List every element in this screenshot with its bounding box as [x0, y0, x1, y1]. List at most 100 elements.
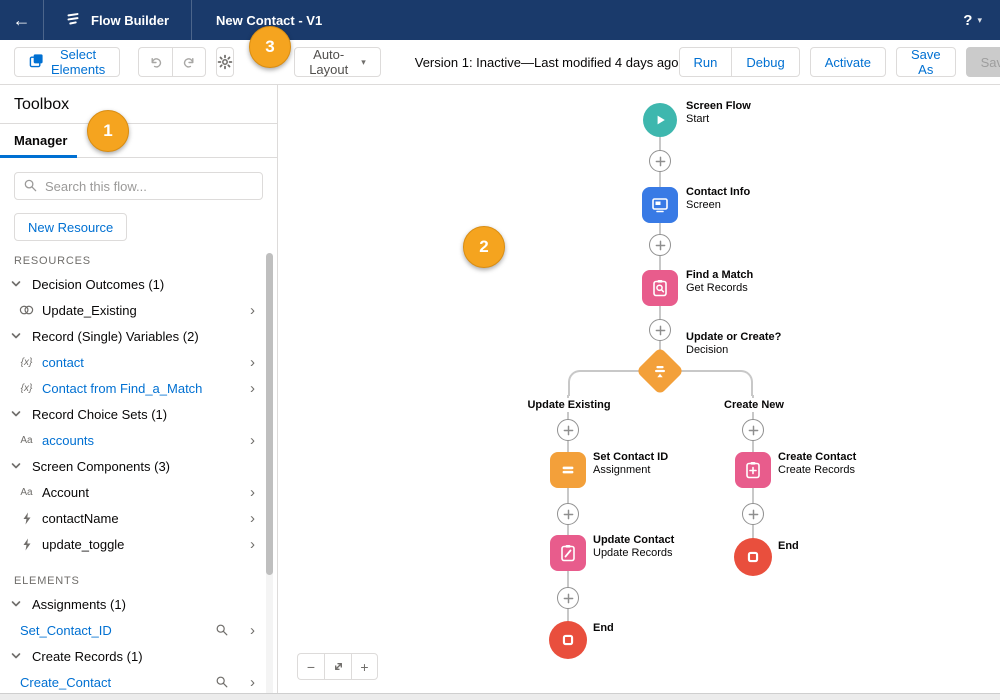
group-record-choice-sets[interactable]: Record Choice Sets (1)	[0, 401, 277, 427]
toolbox-tabs: Manager	[0, 124, 277, 158]
add-element-button[interactable]	[557, 587, 579, 609]
resource-item-update-toggle[interactable]: update_toggle ›	[0, 531, 277, 557]
top-navbar: ← Flow Builder New Contact - V1 ? ▾	[0, 0, 1000, 40]
resource-item-contactname[interactable]: contactName ›	[0, 505, 277, 531]
add-element-button[interactable]	[742, 503, 764, 525]
find-in-canvas-icon[interactable]	[215, 623, 229, 642]
select-elements-button[interactable]: Select Elements	[14, 47, 120, 77]
chevron-right-icon: ›	[250, 511, 255, 526]
element-item-create-contact[interactable]: Create_Contact ›	[0, 669, 277, 693]
zoom-out-button[interactable]: −	[297, 653, 324, 680]
save-button: Save	[966, 47, 1000, 77]
redo-button[interactable]	[172, 47, 206, 77]
back-icon: ←	[13, 10, 31, 31]
get-records-node[interactable]	[642, 270, 678, 306]
update-records-node[interactable]	[550, 535, 586, 571]
group-assignments[interactable]: Assignments (1)	[0, 591, 277, 617]
callout-badge-2: 2	[463, 226, 505, 268]
debug-button[interactable]: Debug	[731, 47, 799, 77]
chevron-right-icon: ›	[250, 433, 255, 448]
add-element-button[interactable]	[649, 234, 671, 256]
get-records-icon	[650, 278, 670, 298]
app-name: Flow Builder	[91, 13, 169, 28]
undo-button[interactable]	[138, 47, 172, 77]
lightning-icon	[18, 538, 35, 551]
add-element-button[interactable]	[742, 419, 764, 441]
activate-button[interactable]: Activate	[810, 47, 886, 77]
chevron-down-icon	[10, 598, 22, 610]
record-variable-icon: {x}	[18, 357, 35, 368]
back-button[interactable]: ←	[0, 0, 44, 40]
record-variable-icon: {x}	[18, 383, 35, 394]
add-element-button[interactable]	[649, 150, 671, 172]
resources-header: RESOURCES	[0, 255, 277, 267]
toolbar-actions: Run Debug Activate Save As Save	[679, 47, 1000, 77]
tab-manager[interactable]: Manager	[0, 124, 81, 157]
resource-item-contact[interactable]: {x} contact ›	[0, 349, 277, 375]
chevron-right-icon: ›	[250, 355, 255, 370]
fit-view-button[interactable]	[324, 653, 351, 680]
add-element-button[interactable]	[557, 419, 579, 441]
chevron-right-icon: ›	[250, 303, 255, 318]
undo-redo-group	[138, 47, 206, 77]
new-resource-button[interactable]: New Resource	[14, 213, 127, 241]
chevron-right-icon: ›	[250, 675, 255, 690]
settings-button[interactable]	[216, 47, 234, 77]
search-box	[14, 172, 263, 200]
flow-builder-window: ← Flow Builder New Contact - V1 ? ▾ Sele…	[0, 0, 1000, 700]
start-node[interactable]	[643, 103, 677, 137]
branch-label-update-existing: Update Existing	[521, 398, 616, 412]
group-record-single-variables[interactable]: Record (Single) Variables (2)	[0, 323, 277, 349]
chevron-right-icon: ›	[250, 381, 255, 396]
toolbar: Select Elements Auto-Layout ▾ Version 1:…	[0, 40, 1000, 85]
layout-mode-select[interactable]: Auto-Layout ▾	[294, 47, 381, 77]
create-records-icon	[743, 460, 763, 480]
flow-canvas[interactable]: Screen FlowStart Contact InfoScreen Find…	[278, 85, 1000, 693]
group-screen-components[interactable]: Screen Components (3)	[0, 453, 277, 479]
end-node-label: End	[593, 622, 614, 635]
find-in-canvas-icon[interactable]	[215, 675, 229, 693]
update-records-icon	[558, 543, 578, 563]
assignment-node[interactable]	[550, 452, 586, 488]
resource-item-contact-from-find-a-match[interactable]: {x} Contact from Find_a_Match ›	[0, 375, 277, 401]
plus-icon	[748, 509, 759, 520]
add-element-button[interactable]	[557, 503, 579, 525]
redo-icon	[182, 55, 197, 70]
add-element-button[interactable]	[649, 319, 671, 341]
help-icon: ?	[963, 12, 972, 29]
end-node[interactable]	[734, 538, 772, 576]
create-records-node[interactable]	[735, 452, 771, 488]
chevron-down-icon	[10, 650, 22, 662]
group-create-records[interactable]: Create Records (1)	[0, 643, 277, 669]
save-as-button[interactable]: Save As	[896, 47, 956, 77]
help-menu-button[interactable]: ? ▾	[945, 0, 1000, 40]
screen-icon	[650, 195, 670, 215]
plus-icon	[563, 593, 574, 604]
chevron-down-icon	[10, 278, 22, 290]
resource-item-update-existing[interactable]: Update_Existing ›	[0, 297, 277, 323]
start-node-label: Screen FlowStart	[686, 100, 751, 126]
run-button[interactable]: Run	[679, 47, 732, 77]
group-decision-outcomes[interactable]: Decision Outcomes (1)	[0, 271, 277, 297]
resource-item-account[interactable]: Aa Account ›	[0, 479, 277, 505]
element-item-set-contact-id[interactable]: Set_Contact_ID ›	[0, 617, 277, 643]
decision-outcome-icon	[18, 304, 35, 316]
branch-label-create-new: Create New	[718, 398, 790, 412]
assignment-node-label: Set Contact IDAssignment	[593, 451, 668, 477]
plus-icon	[563, 425, 574, 436]
panel-scrollbar-thumb[interactable]	[266, 253, 273, 575]
end-node[interactable]	[549, 621, 587, 659]
choice-set-icon: Aa	[18, 435, 35, 446]
screen-node[interactable]	[642, 187, 678, 223]
assignment-icon	[559, 461, 577, 479]
select-elements-icon	[29, 53, 44, 71]
caret-down-icon: ▾	[977, 15, 982, 26]
minus-icon: −	[307, 659, 315, 675]
undo-icon	[148, 55, 163, 70]
zoom-in-button[interactable]: +	[351, 653, 378, 680]
search-input[interactable]	[14, 172, 263, 200]
resource-item-accounts[interactable]: Aa accounts ›	[0, 427, 277, 453]
plus-icon: +	[360, 659, 368, 675]
update-records-node-label: Update ContactUpdate Records	[593, 534, 674, 560]
lightning-icon	[18, 512, 35, 525]
